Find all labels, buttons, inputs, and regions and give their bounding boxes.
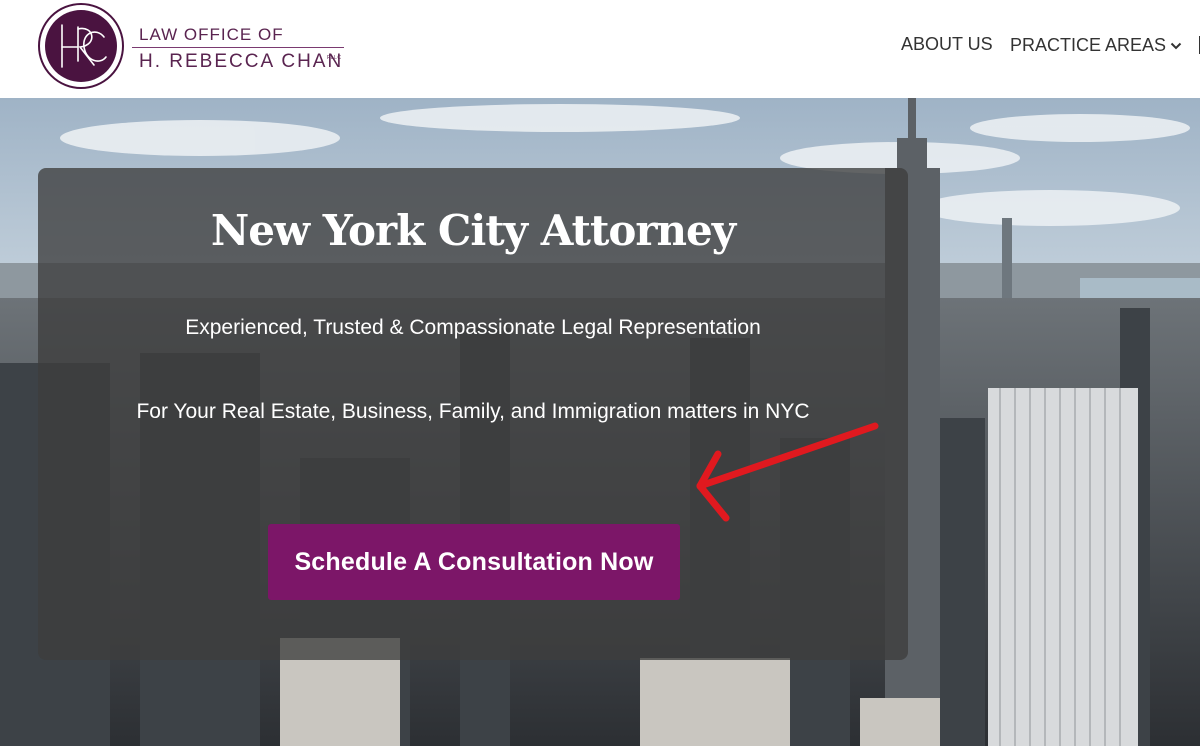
site-logo[interactable]: LAW OFFICE OF H. REBECCA CHAN PLLC xyxy=(38,3,358,91)
hero-overlay-panel: New York City Attorney Experienced, Trus… xyxy=(38,168,908,660)
nav-about-us[interactable]: ABOUT US xyxy=(901,34,993,55)
logo-divider xyxy=(132,47,344,48)
nav-practice-areas-label: PRACTICE AREAS xyxy=(1010,35,1167,55)
logo-text-line2: H. REBECCA CHAN xyxy=(139,51,344,72)
hero-subtitle: Experienced, Trusted & Compassionate Leg… xyxy=(185,316,761,339)
site-header: LAW OFFICE OF H. REBECCA CHAN PLLC ABOUT… xyxy=(0,0,1200,98)
monogram-icon xyxy=(61,24,107,68)
logo-suffix: PLLC xyxy=(327,55,342,61)
logo-emblem xyxy=(38,3,124,89)
hero-title: New York City Attorney xyxy=(210,206,736,255)
schedule-consultation-button[interactable]: Schedule A Consultation Now xyxy=(268,524,680,600)
nav-practice-areas[interactable]: PRACTICE AREAS xyxy=(1010,34,1182,56)
chevron-down-icon xyxy=(1170,34,1182,55)
logo-text-line1: LAW OFFICE OF xyxy=(139,25,284,44)
annotation-arrow-icon xyxy=(696,422,879,522)
hero-section: New York City Attorney Experienced, Trus… xyxy=(0,98,1200,746)
